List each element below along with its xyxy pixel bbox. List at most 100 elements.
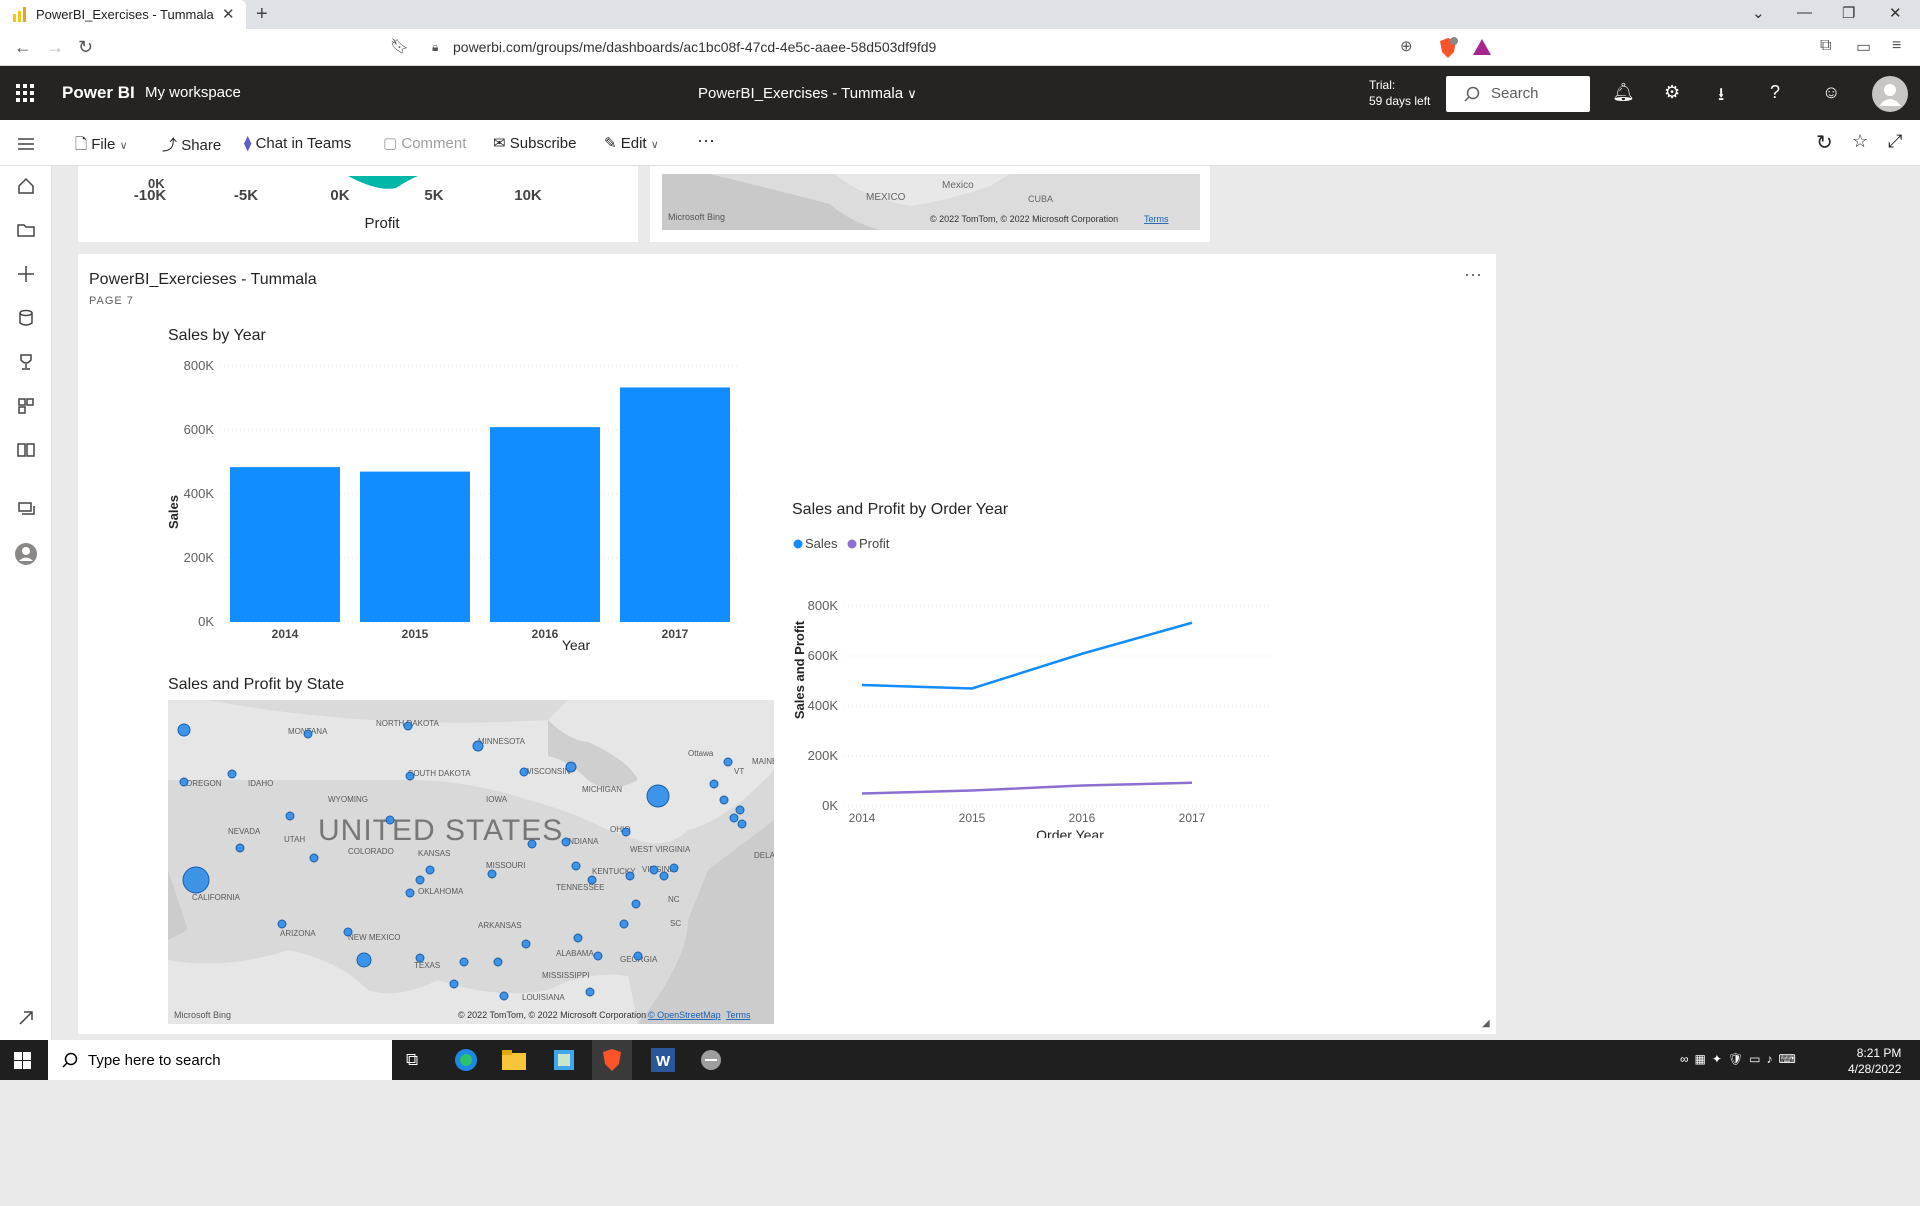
state-bubble[interactable] xyxy=(519,767,529,777)
report-title-dropdown[interactable]: PowerBI_Exercises - Tummala ∨ xyxy=(698,85,917,102)
state-bubble[interactable] xyxy=(415,953,425,963)
top-map-tile[interactable]: Mexico MEXICO CUBA Microsoft Bing © 2022… xyxy=(650,166,1210,242)
state-bubble[interactable] xyxy=(729,813,739,823)
close-window-icon[interactable]: ✕ xyxy=(1889,4,1902,22)
series-line-profit[interactable] xyxy=(861,781,1193,795)
map-terms-link[interactable]: Terms xyxy=(1144,214,1169,224)
trial-status[interactable]: Trial: 59 days left xyxy=(1369,77,1430,109)
state-bubble[interactable] xyxy=(625,871,635,881)
url-field[interactable]: powerbi.com/groups/me/dashboards/ac1bc08… xyxy=(453,39,936,55)
bar-2015[interactable] xyxy=(360,471,470,622)
state-bubble[interactable] xyxy=(646,784,670,808)
state-bubble[interactable] xyxy=(227,769,237,779)
goals-trophy-icon[interactable] xyxy=(16,352,36,372)
state-bubble[interactable] xyxy=(669,863,679,873)
state-bubble[interactable] xyxy=(587,875,597,885)
subscribe-button[interactable]: ✉ Subscribe xyxy=(493,134,576,152)
browser-menu-icon[interactable]: ≡ xyxy=(1892,37,1901,55)
osm-link[interactable]: © OpenStreetMap xyxy=(648,1010,721,1020)
settings-gear-icon[interactable]: ⚙ xyxy=(1664,82,1680,103)
extensions-icon[interactable]: ⧉ xyxy=(1820,37,1831,55)
state-bubble[interactable] xyxy=(631,899,641,909)
state-bubble[interactable] xyxy=(303,729,313,739)
brand-name[interactable]: Power BI xyxy=(62,83,135,103)
edit-menu[interactable]: ✎ Edit ∨ xyxy=(604,134,659,152)
taskbar-clock[interactable]: 8:21 PM 4/28/2022 xyxy=(1848,1045,1901,1077)
fullscreen-icon[interactable]: ⤢ xyxy=(1888,131,1902,152)
restore-icon[interactable]: ❐ xyxy=(1842,4,1855,22)
expand-arrow-icon[interactable] xyxy=(16,1008,36,1028)
learn-book-icon[interactable] xyxy=(16,440,36,460)
state-bubble[interactable] xyxy=(561,837,571,847)
hamburger-icon[interactable] xyxy=(16,134,36,154)
map-terms-link[interactable]: Terms xyxy=(726,1010,751,1020)
bar-2017[interactable] xyxy=(620,387,730,622)
browser-tab[interactable]: PowerBI_Exercises - Tummala - Pc ✕ xyxy=(0,0,246,29)
state-bubble[interactable] xyxy=(459,957,469,967)
state-bubble[interactable] xyxy=(405,888,415,898)
state-bubble[interactable] xyxy=(285,811,295,821)
state-bubble[interactable] xyxy=(723,757,733,767)
favorite-star-icon[interactable]: ☆ xyxy=(1852,131,1868,152)
state-bubble[interactable] xyxy=(385,815,395,825)
back-icon[interactable]: ← xyxy=(14,37,32,58)
tab-search-chevron-icon[interactable]: ⌄ xyxy=(1752,4,1765,22)
workspace-link[interactable]: My workspace xyxy=(145,84,241,101)
state-bubble[interactable] xyxy=(177,723,191,737)
forward-icon[interactable]: → xyxy=(46,37,64,58)
brave-rewards-icon[interactable] xyxy=(1472,38,1492,56)
state-bubble[interactable] xyxy=(403,721,413,731)
windows-start-icon[interactable] xyxy=(14,1052,31,1069)
home-icon[interactable] xyxy=(16,176,36,196)
state-bubble[interactable] xyxy=(565,761,577,773)
apps-icon[interactable] xyxy=(16,396,36,416)
state-bubble[interactable] xyxy=(493,957,503,967)
word-icon[interactable]: W xyxy=(651,1048,675,1072)
my-workspace-avatar-icon[interactable] xyxy=(14,542,38,566)
legend-label[interactable]: Sales xyxy=(805,536,838,551)
state-bubble[interactable] xyxy=(182,866,210,894)
state-bubble[interactable] xyxy=(179,777,189,787)
wallet-icon[interactable]: ▭ xyxy=(1856,37,1871,57)
bar-2016[interactable] xyxy=(490,427,600,622)
state-bubble[interactable] xyxy=(277,919,287,929)
app-icon[interactable] xyxy=(699,1048,723,1072)
app-launcher-icon[interactable] xyxy=(16,84,34,102)
zoom-icon[interactable]: ⊕ xyxy=(1400,37,1413,55)
datahub-cylinder-icon[interactable] xyxy=(16,308,36,328)
browse-folder-icon[interactable] xyxy=(16,220,36,240)
state-bubble[interactable] xyxy=(619,919,629,929)
state-bubble[interactable] xyxy=(425,865,435,875)
state-bubble[interactable] xyxy=(449,979,459,989)
comment-button[interactable]: ▢ Comment xyxy=(383,134,466,152)
state-bubble[interactable] xyxy=(356,952,372,968)
resize-handle-icon[interactable]: ◢ xyxy=(1482,1018,1490,1029)
bookmark-icon[interactable]: 🔖︎ xyxy=(390,37,409,55)
state-bubble-map[interactable]: UNITED STATES MONTANANORTH DAKOTAMINNESO… xyxy=(168,700,774,1024)
more-options-icon[interactable]: ··· xyxy=(697,130,715,151)
taskbar-search[interactable]: Type here to search xyxy=(48,1040,392,1080)
new-tab-icon[interactable]: + xyxy=(256,3,268,26)
state-bubble[interactable] xyxy=(719,795,729,805)
state-bubble[interactable] xyxy=(521,939,531,949)
state-bubble[interactable] xyxy=(735,805,745,815)
state-bubble[interactable] xyxy=(633,951,643,961)
profit-scatter-tile[interactable]: 0K -10K -5K 0K 5K 10K Profit xyxy=(78,166,638,242)
state-bubble[interactable] xyxy=(405,771,415,781)
state-bubble[interactable] xyxy=(343,927,353,937)
app-icon[interactable] xyxy=(552,1048,576,1072)
state-bubble[interactable] xyxy=(309,853,319,863)
feedback-smiley-icon[interactable]: ☺ xyxy=(1822,82,1840,103)
state-bubble[interactable] xyxy=(649,865,659,875)
state-bubble[interactable] xyxy=(573,933,583,943)
state-bubble[interactable] xyxy=(472,740,484,752)
brave-shield-icon[interactable] xyxy=(1438,37,1458,59)
file-menu[interactable]: 🗋︎ File ∨ xyxy=(75,134,128,159)
state-bubble[interactable] xyxy=(585,987,595,997)
file-explorer-icon[interactable] xyxy=(502,1050,526,1070)
state-bubble[interactable] xyxy=(235,843,245,853)
state-bubble[interactable] xyxy=(571,861,581,871)
legend-label[interactable]: Profit xyxy=(859,536,890,551)
task-view-icon[interactable]: ⧉ xyxy=(406,1050,418,1070)
brave-taskbar-button[interactable] xyxy=(592,1040,632,1080)
